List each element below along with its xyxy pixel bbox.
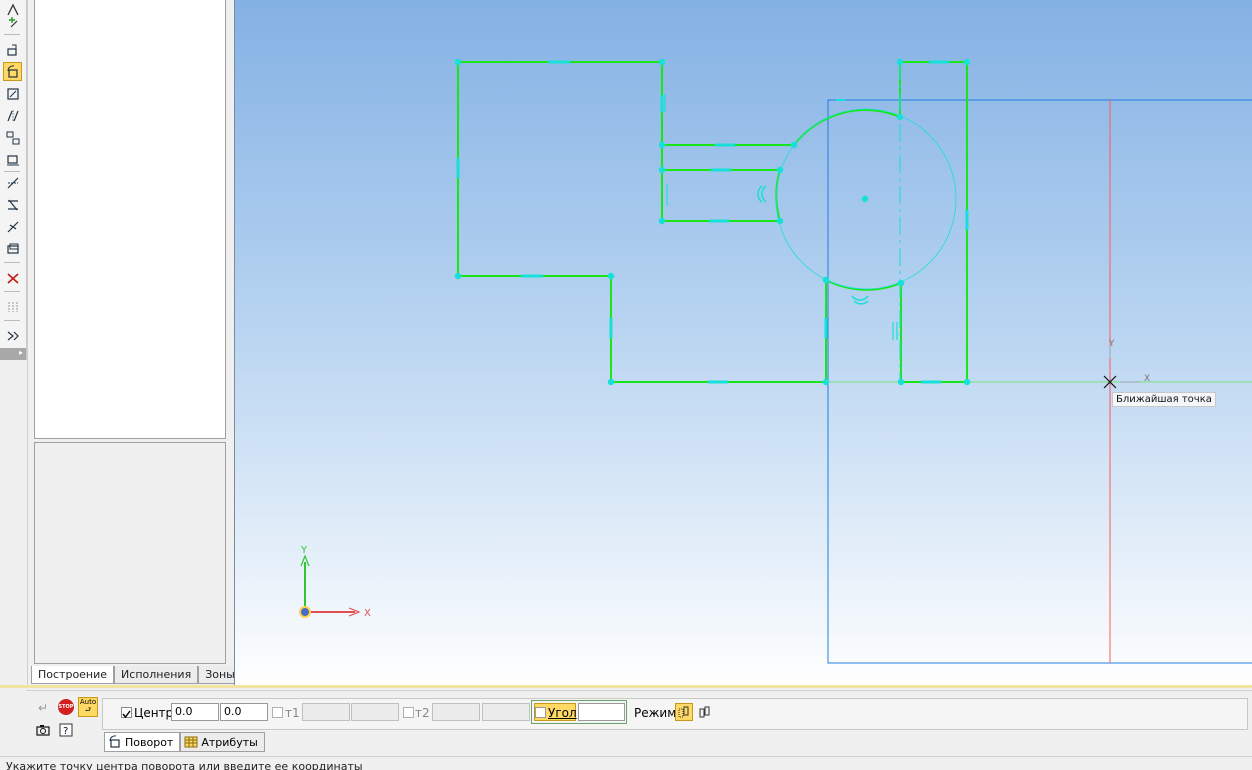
angle-checkbox[interactable] (535, 707, 546, 718)
command-tabs: Поворот Атрибуты (104, 732, 265, 752)
camera-icon[interactable] (34, 721, 52, 739)
tab-versions[interactable]: Исполнения (114, 666, 199, 684)
trim-tool-icon[interactable] (3, 173, 22, 192)
parametrize-tool-icon[interactable] (3, 326, 22, 345)
cursor-cs: Y X (1103, 339, 1150, 389)
t2-label: т2 (415, 706, 430, 720)
t1-checkbox[interactable] (272, 707, 283, 718)
trim-two-icon[interactable] (3, 195, 22, 214)
table-icon (184, 736, 198, 748)
t2-checkbox[interactable] (403, 707, 414, 718)
left-toolbar (0, 0, 27, 360)
snap-hint-tooltip: Ближайшая точка (1112, 392, 1216, 407)
angle-input[interactable] (578, 703, 625, 721)
mode-delete-source-button[interactable] (696, 703, 714, 721)
tab-attributes[interactable]: Атрибуты (180, 732, 265, 752)
break-tool-icon[interactable] (3, 217, 22, 236)
origin-x-label: X (364, 608, 371, 619)
drawing-canvas[interactable]: Y X Y X (234, 0, 1252, 686)
origin-y-label: Y (300, 545, 308, 556)
cursor-y-label: Y (1108, 339, 1115, 349)
move-tool-icon[interactable] (3, 40, 22, 59)
help-icon[interactable]: ? (57, 721, 75, 739)
center-checkbox[interactable] (121, 707, 132, 719)
center-y-input[interactable]: 0.0 (220, 703, 268, 721)
sketch-drawing: Y X Y X (299, 58, 1252, 664)
properties-area (34, 442, 226, 664)
center-label: Центр (134, 706, 174, 720)
tab-construction[interactable]: Построение (31, 666, 115, 684)
cursor-x-label: X (1144, 374, 1150, 384)
t1-y-input[interactable] (351, 703, 399, 721)
array-tool-icon[interactable] (3, 239, 22, 258)
t2-x-input[interactable] (432, 703, 480, 721)
svg-text:?: ? (63, 726, 68, 737)
panel-tabs: Построение Исполнения Зоны (31, 666, 242, 684)
construction-tree[interactable] (34, 0, 226, 439)
mode-keep-source-button[interactable] (675, 703, 693, 721)
constraint-marks (454, 58, 971, 386)
add-point-icon[interactable] (3, 12, 22, 31)
rotate-icon (109, 735, 120, 748)
copy-tool-icon[interactable] (3, 128, 22, 147)
t1-x-input[interactable] (302, 703, 350, 721)
toolbar-expand-handle[interactable]: ▸ (0, 348, 26, 360)
t2-y-input[interactable] (482, 703, 530, 721)
origin-cs: Y X (299, 545, 371, 619)
center-x-input[interactable]: 0.0 (171, 703, 219, 721)
delete-tool-icon[interactable] (3, 268, 22, 287)
enter-arrow-icon[interactable]: ↵ (34, 699, 52, 717)
status-bar: Укажите точку центра поворота или введит… (0, 756, 1252, 770)
t1-label: т1 (285, 706, 300, 720)
scale-tool-icon[interactable] (3, 84, 22, 103)
rotate-tool-icon[interactable] (3, 62, 22, 81)
stop-button[interactable]: STOP (58, 699, 74, 715)
mode-label: Режим (634, 706, 677, 720)
deform-tool-icon[interactable] (3, 150, 22, 169)
auto-create-button[interactable]: Auto ⮐ (78, 697, 98, 717)
tab-rotate[interactable]: Поворот (104, 732, 181, 752)
spline-tool-icon[interactable] (3, 297, 22, 316)
angle-label: Угол (548, 706, 577, 720)
mirror-tool-icon[interactable] (3, 106, 22, 125)
